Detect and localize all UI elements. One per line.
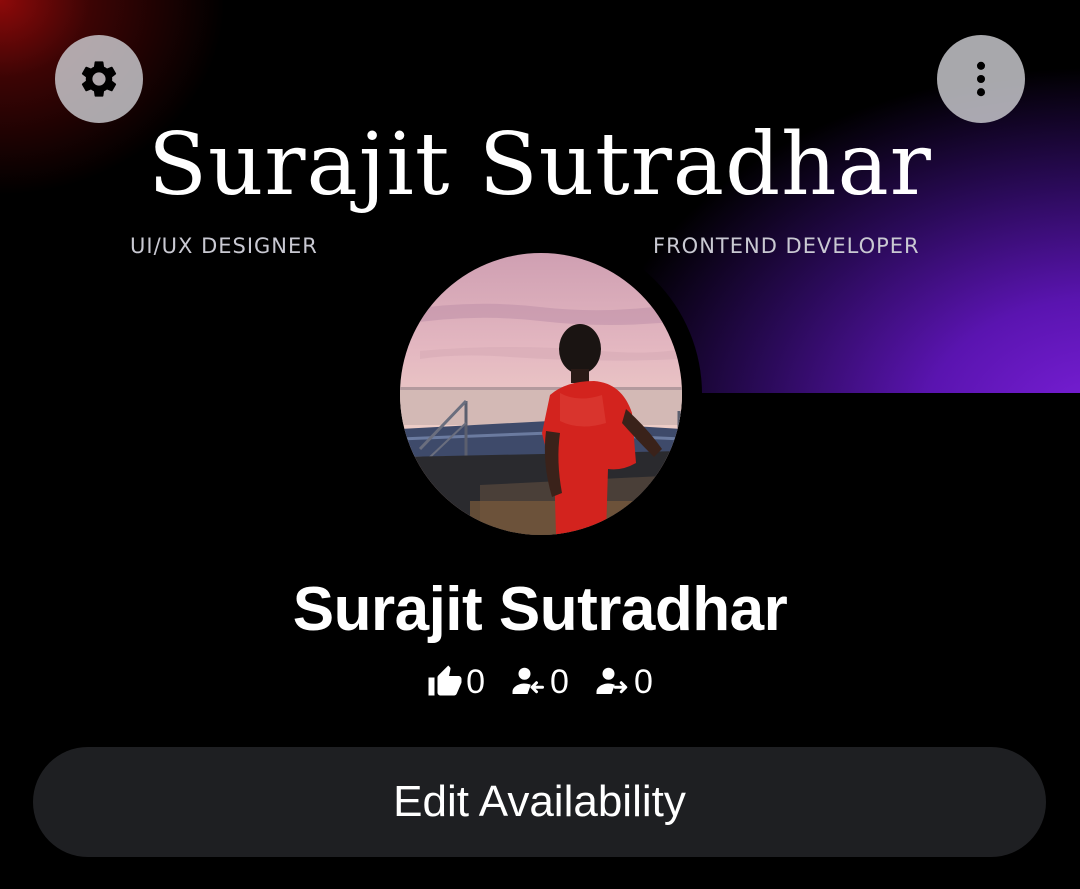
more-options-button[interactable] bbox=[937, 35, 1025, 123]
edit-availability-label: Edit Availability bbox=[393, 777, 686, 826]
settings-button[interactable] bbox=[55, 35, 143, 123]
user-outgoing-icon bbox=[596, 667, 628, 694]
user-incoming-icon bbox=[512, 667, 545, 694]
profile-stats: 0 0 0 bbox=[0, 664, 1080, 700]
thumbs-up-icon bbox=[428, 665, 462, 696]
banner-subtitle-right: FRONTEND DEVELOPER bbox=[653, 234, 920, 258]
stat-incoming: 0 bbox=[511, 664, 569, 700]
more-vertical-icon bbox=[976, 61, 986, 97]
edit-availability-button[interactable]: Edit Availability bbox=[33, 747, 1046, 857]
stat-outgoing-value: 0 bbox=[633, 663, 653, 701]
profile-name: Surajit Sutradhar bbox=[292, 575, 788, 644]
stat-likes-value: 0 bbox=[466, 663, 486, 701]
stat-likes: 0 bbox=[427, 664, 485, 700]
stat-incoming-value: 0 bbox=[550, 663, 569, 701]
gear-icon bbox=[81, 61, 117, 97]
banner-subtitle-left: UI/UX DESIGNER bbox=[130, 234, 318, 258]
avatar[interactable] bbox=[400, 253, 682, 535]
banner-title: Surajit Sutradhar bbox=[148, 115, 932, 215]
stat-outgoing: 0 bbox=[595, 664, 653, 700]
